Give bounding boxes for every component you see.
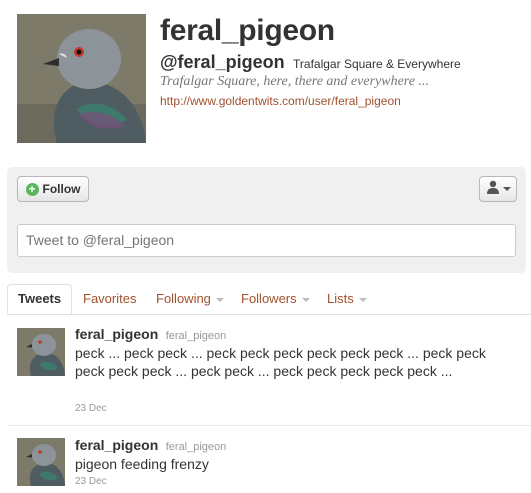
tweet-text: peck ... peck peck ... peck peck peck pe… (75, 345, 486, 379)
follow-button[interactable]: + Follow (17, 176, 89, 202)
tab-followers[interactable]: Followers (241, 284, 310, 314)
profile-tabs: Tweets Favorites Following Followers Lis… (7, 284, 531, 315)
tweet-input[interactable] (17, 224, 516, 257)
tab-following[interactable]: Following (156, 284, 224, 314)
profile-location: Trafalgar Square & Everywhere (293, 57, 461, 71)
plus-icon: + (25, 182, 39, 196)
profile-name: feral_pigeon (160, 14, 335, 47)
tweet-header: feral_pigeon feral_pigeon (75, 437, 226, 455)
follow-label: Follow (42, 182, 81, 196)
tab-lists[interactable]: Lists (327, 284, 367, 314)
tab-label: Followers (241, 291, 297, 306)
action-panel: + Follow (7, 167, 526, 273)
profile-url-link[interactable]: http://www.goldentwits.com/user/feral_pi… (160, 94, 401, 108)
profile-handle: @feral_pigeon (160, 52, 285, 72)
tab-favorites[interactable]: Favorites (83, 284, 136, 314)
tab-label: Following (156, 291, 211, 306)
tab-label: Lists (327, 291, 354, 306)
tweet-screen-name[interactable]: feral_pigeon (166, 330, 227, 342)
user-icon (486, 180, 500, 199)
chevron-down-icon (358, 297, 367, 302)
user-actions-button[interactable] (479, 176, 517, 202)
tab-label: Favorites (83, 291, 137, 306)
profile-bio: Trafalgar Square, here, there and everyw… (160, 74, 429, 89)
tweet-avatar[interactable] (17, 438, 65, 486)
chevron-down-icon (215, 297, 224, 302)
tweet-timestamp[interactable]: 23 Dec (75, 403, 107, 414)
profile-handle-line: @feral_pigeon Trafalgar Square & Everywh… (160, 52, 461, 73)
tweet-text: pigeon feeding frenzy (75, 456, 209, 472)
tweet-screen-name[interactable]: feral_pigeon (166, 441, 227, 453)
tweet-avatar[interactable] (17, 328, 65, 376)
chevron-down-icon (301, 297, 310, 302)
chevron-down-icon (502, 187, 511, 191)
tweet-author-name[interactable]: feral_pigeon (75, 437, 158, 453)
tweet-timestamp[interactable]: 23 Dec (75, 476, 107, 487)
tab-tweets[interactable]: Tweets (7, 284, 73, 314)
tab-label: Tweets (18, 291, 62, 306)
tweet-header: feral_pigeon feral_pigeon (75, 326, 226, 344)
tweet-divider (7, 425, 531, 426)
profile-avatar (17, 14, 146, 143)
tweet-author-name[interactable]: feral_pigeon (75, 326, 158, 342)
